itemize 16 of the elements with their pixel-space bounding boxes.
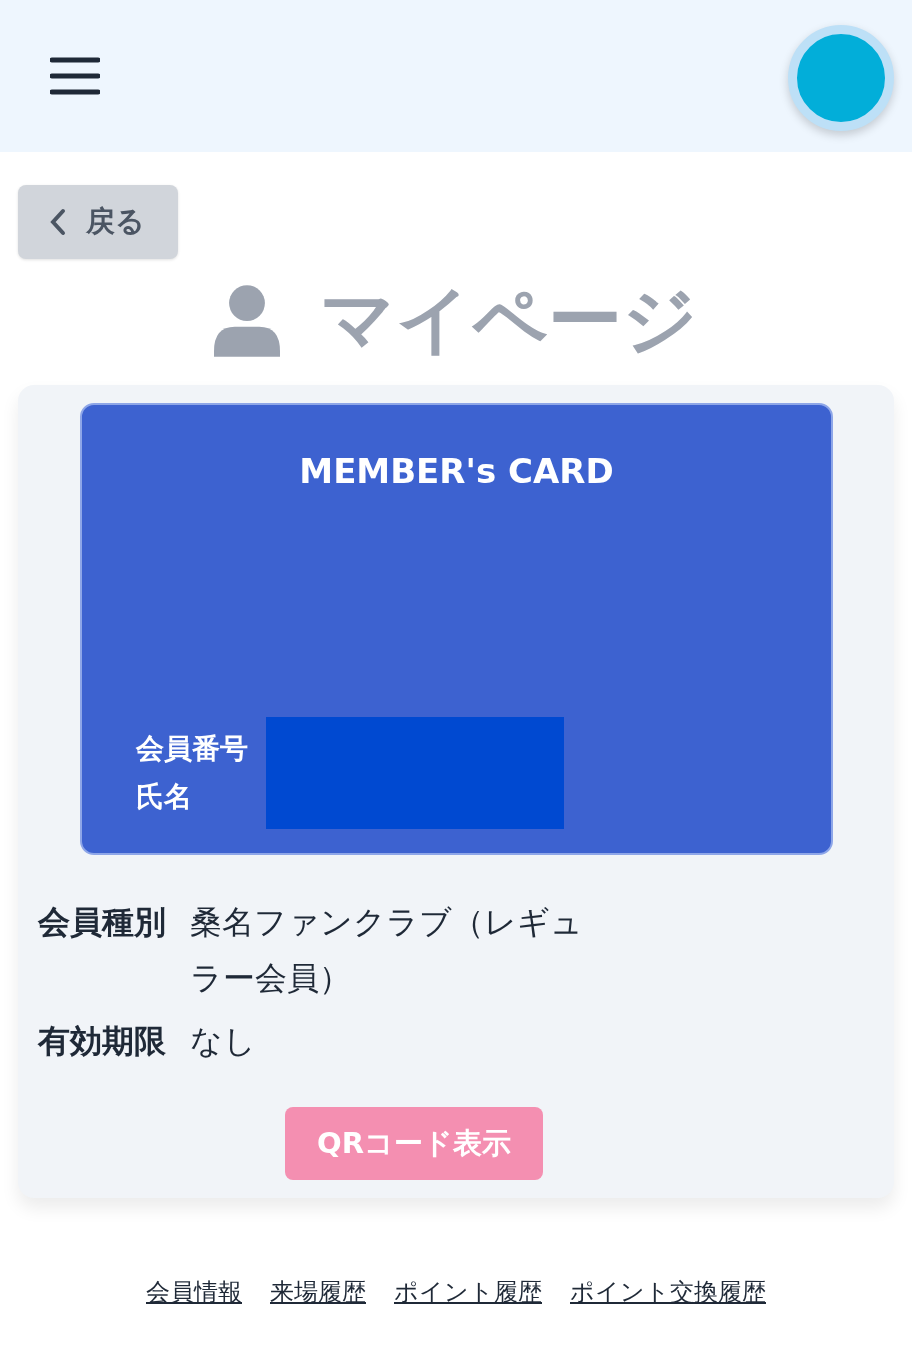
back-button[interactable]: 戻る (18, 185, 178, 259)
footer-link[interactable]: ポイント交換履歴 (570, 1276, 766, 1308)
detail-value: なし (190, 1021, 257, 1062)
detail-label: 有効期限 (38, 1021, 166, 1062)
footer-link[interactable]: 来場履歴 (270, 1276, 366, 1308)
footer-link[interactable]: 会員情報 (146, 1276, 242, 1308)
menu-icon[interactable] (50, 56, 100, 96)
user-icon (214, 284, 280, 358)
field-label: 氏名 (136, 779, 193, 815)
detail-label: 会員種別 (38, 902, 166, 943)
footer-link[interactable]: ポイント履歴 (394, 1276, 542, 1308)
page-title: マイページ (320, 275, 698, 364)
field-label: 会員番号 (136, 731, 248, 767)
detail-value: 桑名ファンクラブ（レギュラー会員） (190, 902, 584, 999)
card-title: MEMBER's CARD (298, 451, 615, 491)
chevron-left-icon (48, 207, 68, 237)
